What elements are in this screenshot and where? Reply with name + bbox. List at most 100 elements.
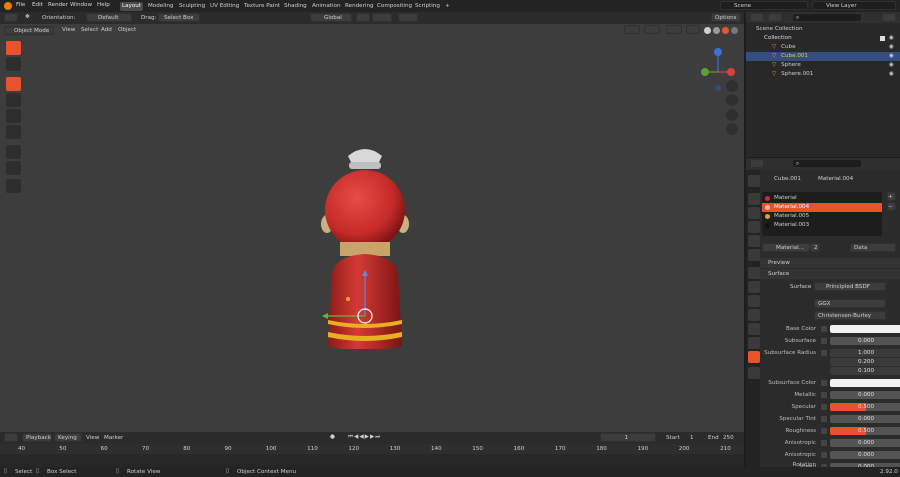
eye-icon[interactable]: ◉ [889,43,894,52]
3d-viewport[interactable] [0,24,744,432]
outliner-search-input[interactable]: ⌕ [792,13,862,22]
outliner-item-cube[interactable]: ▽ Cube ◉ [746,43,900,52]
material-slot-active[interactable]: Material.004 [762,203,882,212]
socket-dot-icon[interactable] [821,428,827,434]
render-tab-icon[interactable] [748,193,760,205]
select-box-tool-icon[interactable] [6,41,21,55]
tab-modeling[interactable]: Modeling [146,2,175,11]
value-slider-field[interactable]: 0.000 [830,337,900,345]
material-slot[interactable]: Material.003 [762,221,882,230]
editor-type-icon[interactable] [4,13,18,22]
transform-tool-icon[interactable] [6,125,21,139]
color-field[interactable] [830,379,900,387]
drag-dropdown[interactable]: Select Box [158,13,200,22]
socket-dot-icon[interactable] [821,416,827,422]
current-frame-field[interactable]: 1 [600,433,656,442]
menu-help[interactable]: Help [97,2,110,8]
camera-view-icon[interactable] [726,109,738,121]
tab-scripting[interactable]: Scripting [413,2,442,11]
add-slot-button[interactable]: + [887,192,896,201]
eye-icon[interactable]: ◉ [889,52,894,61]
tab-texture-paint[interactable]: Texture Paint [242,2,282,11]
tab-layout[interactable]: Layout [120,2,144,11]
playback-controls-icon[interactable]: ⏮◀◀▶▶⏭ [348,434,381,441]
options-button[interactable]: Options [711,13,741,22]
material-slot[interactable]: Material.005 [762,212,882,221]
tab-sculpting[interactable]: Sculpting [177,2,207,11]
blender-logo-icon[interactable] [4,2,12,10]
visibility-icon[interactable] [624,25,640,34]
socket-dot-icon[interactable] [821,440,827,446]
data-tab-icon[interactable] [748,337,760,349]
tab-compositing[interactable]: Compositing [375,2,414,11]
object-tab-icon[interactable] [748,267,760,279]
orientation-dropdown[interactable]: Default [86,13,132,22]
zoom-icon[interactable] [726,80,738,92]
texture-tab-icon[interactable] [748,367,760,379]
start-value[interactable]: 1 [690,435,694,441]
vector-component-field[interactable]: 0.100 [830,367,900,375]
eye-icon[interactable]: ◉ [889,34,894,43]
overlay-toggle-icon[interactable] [666,25,682,34]
rotate-tool-icon[interactable] [6,93,21,107]
tab-shading[interactable]: Shading [282,2,309,11]
material-tab-icon[interactable] [748,351,760,363]
xray-icon[interactable] [686,25,700,34]
surface-shader-field[interactable]: Principled BSDF [814,282,886,291]
socket-dot-icon[interactable] [821,326,827,332]
annotate-tool-icon[interactable] [6,145,21,159]
proportional-edit-icon[interactable] [398,13,418,22]
socket-dot-icon[interactable] [821,350,827,356]
checkbox-icon[interactable] [880,36,885,41]
gizmo-toggle-icon[interactable] [644,25,660,34]
constraints-tab-icon[interactable] [748,323,760,335]
record-icon[interactable]: ● [330,434,335,440]
red-figure-model[interactable] [310,134,430,349]
move-tool-icon[interactable] [6,77,21,91]
playback-menu[interactable]: Playback [22,433,52,442]
surface-panel-header[interactable]: Surface [760,269,900,279]
rendered-shading-icon[interactable] [731,27,738,34]
remove-slot-button[interactable]: − [887,202,896,211]
link-dropdown[interactable]: Data [850,243,896,252]
timeline-editor-icon[interactable] [4,433,18,442]
solid-shading-icon[interactable] [713,27,720,34]
view-layer-tab-icon[interactable] [748,221,760,233]
value-slider-field[interactable]: 0.000 [830,415,900,423]
color-field[interactable] [830,325,900,333]
value-slider-field[interactable]: 0.000 [830,451,900,459]
cursor-tool-icon[interactable] [6,57,21,71]
properties-search-input[interactable]: ⌕ [792,159,862,168]
add-workspace-button[interactable]: + [443,2,452,11]
material-slot[interactable]: Material [762,194,882,203]
measure-tool-icon[interactable] [6,161,21,175]
menu-object[interactable]: Object [118,27,136,33]
world-tab-icon[interactable] [748,249,760,261]
snap-icon[interactable] [372,13,392,22]
keying-menu[interactable]: Keying [54,433,82,442]
tab-animation[interactable]: Animation [310,2,343,11]
outliner-item-cube-001[interactable]: ▽ Cube.001 ◉ [746,52,900,61]
tab-rendering[interactable]: Rendering [343,2,376,11]
timeline-track[interactable] [0,456,744,467]
menu-render[interactable]: Render [48,2,68,8]
socket-dot-icon[interactable] [821,392,827,398]
hand-pan-icon[interactable] [726,94,738,106]
wireframe-shading-icon[interactable] [704,27,711,34]
vector-component-field[interactable]: 0.200 [830,358,900,366]
filter-icon[interactable] [882,13,896,22]
pivot-icon[interactable] [356,13,370,22]
menu-file[interactable]: File [16,2,25,8]
grid-view-icon[interactable] [726,123,738,135]
tool-tab-icon[interactable] [748,175,760,187]
menu-select[interactable]: Select [81,27,98,33]
outliner-item-sphere-001[interactable]: ▽ Sphere.001 ◉ [746,70,900,79]
value-slider-field[interactable]: 0.500 [830,403,900,411]
material-datablock-field[interactable]: Material... [762,243,810,252]
output-tab-icon[interactable] [748,207,760,219]
collection-row[interactable]: Collection ◉ [746,34,900,43]
eye-icon[interactable]: ◉ [889,70,894,79]
distribution-dropdown[interactable]: GGX [814,299,886,308]
menu-view[interactable]: View [62,27,75,33]
socket-dot-icon[interactable] [821,380,827,386]
